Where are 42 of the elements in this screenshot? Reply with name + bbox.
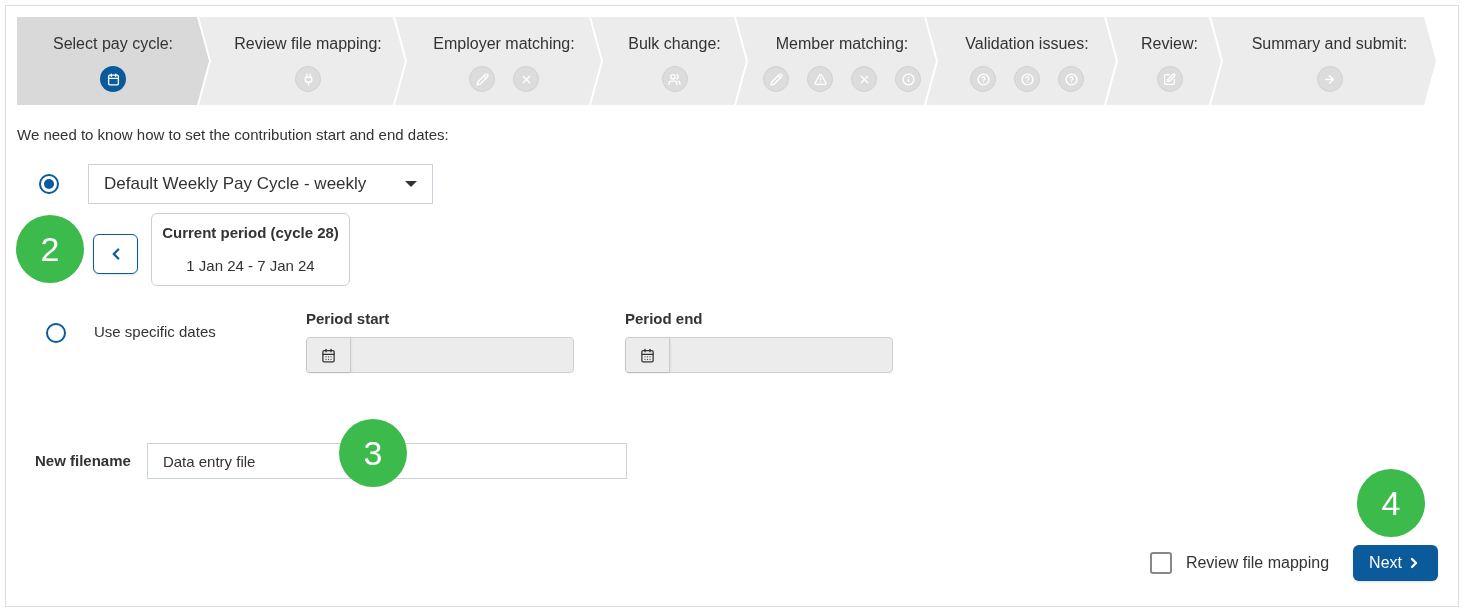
users-icon [661,66,688,92]
field-label: New filename [35,450,131,471]
wizard-step[interactable]: Bulk change: [591,17,746,105]
period-title: Current period (cycle 28) [162,222,339,243]
warning-icon [807,66,833,92]
checkbox[interactable] [1149,552,1172,574]
number-callout: 4 [1357,469,1425,537]
number-callout: 3 [339,419,407,487]
question-icon [970,66,996,92]
field-label: Period end [625,308,704,329]
field-label: Period start [306,308,391,329]
checkbox-label: Review file mapping [1185,553,1330,573]
instruction-text: We need to know how to set the contribution start and end dates: [17,125,450,145]
edit-icon [1156,66,1183,92]
pay-cycle-dropdown[interactable]: Default Weekly Pay Cycle - weekly [88,163,433,204]
wizard-step[interactable]: Employer matching: [395,17,601,105]
wizard-step[interactable]: Review: [1106,17,1221,105]
close-icon [851,66,877,92]
number-callout: 2 [16,215,84,283]
calendar-icon [100,66,126,92]
caret-icon [405,180,417,187]
wizard-step[interactable]: Validation issues: [926,17,1116,105]
option-label: Use specific dates [94,321,217,342]
date-field[interactable] [306,337,574,373]
wizard-step[interactable]: Summary and submit: [1211,17,1436,105]
wizard-step[interactable]: Review file mapping: [199,17,405,105]
arrow-right-icon [1316,66,1343,92]
radio-button[interactable] [46,322,66,343]
pencil-icon [469,66,495,92]
radio-button[interactable] [39,173,59,194]
previous-period-button[interactable] [93,233,138,274]
next-button[interactable]: Next [1353,545,1438,581]
question-icon [1014,66,1040,92]
period-dates: 1 Jan 24 - 7 Jan 24 [186,256,315,276]
pencil-icon [763,66,789,92]
plug-icon [295,66,321,92]
info-icon [895,66,921,92]
date-field[interactable] [625,337,893,373]
wizard-step[interactable]: Member matching: [736,17,936,105]
question-icon [1058,66,1084,92]
wizard-step[interactable]: Select pay cycle: [17,17,209,105]
close-icon [513,66,539,92]
